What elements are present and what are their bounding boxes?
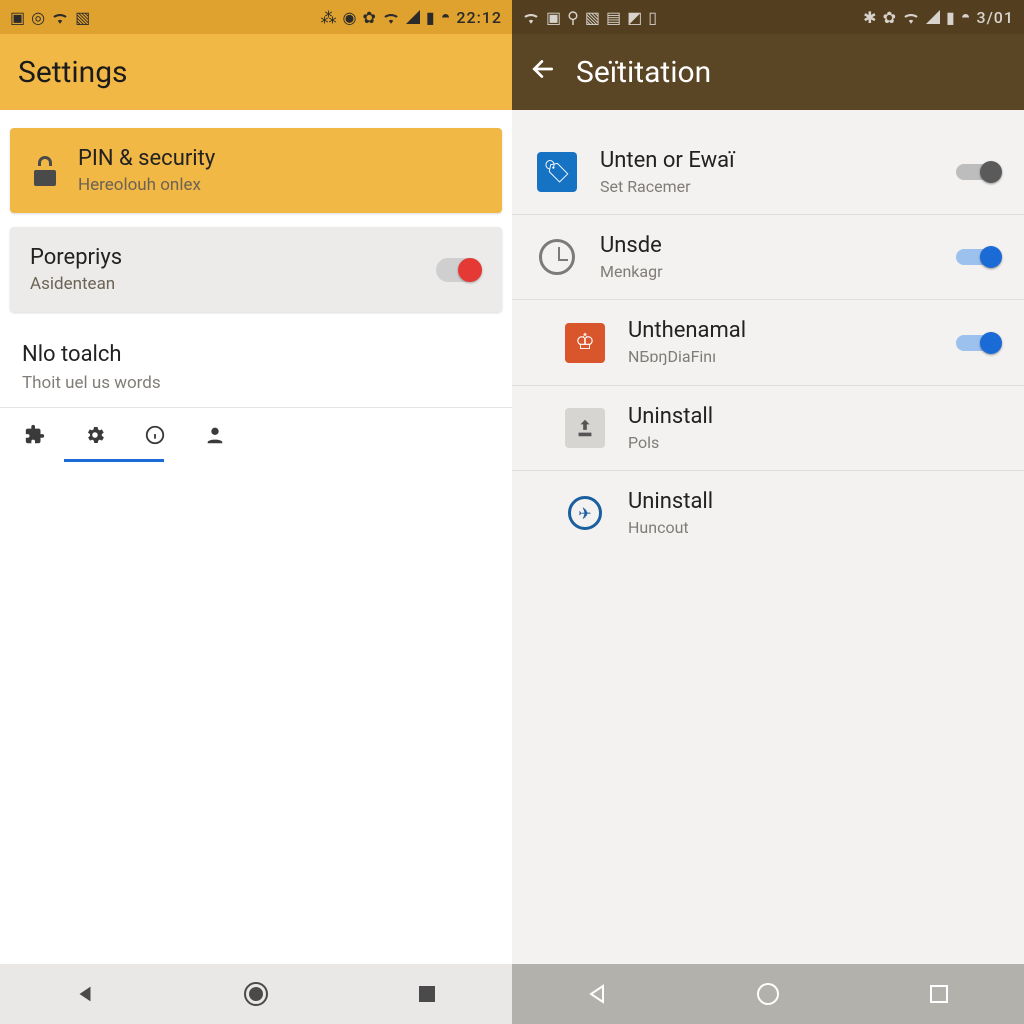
row-title: Unthenamal [628, 318, 934, 343]
wifi-icon [522, 10, 540, 24]
row-title: Unten or Ewaï [600, 148, 934, 173]
status-bar: ▣ ⚲ ▧ ▤ ◩ ▯ ✱ ✿ ▮ ◓ 3/01 [512, 0, 1024, 34]
tab-bar [0, 408, 512, 462]
row-title: Unsde [600, 233, 934, 258]
wifi-icon [382, 10, 400, 24]
row-subtitle: Pols [628, 433, 1000, 452]
user-icon: ◓ [441, 7, 451, 27]
app-bar: Settings [0, 34, 512, 110]
gear-icon: ✿ [363, 8, 376, 27]
tab-settings[interactable] [82, 422, 108, 448]
row-uninstall-pols[interactable]: Uninstall Pols [512, 386, 1024, 471]
nav-home[interactable] [236, 974, 276, 1014]
row-subtitle: NБɒŋDiaFinı [628, 347, 934, 367]
tag-icon: 🏷 [536, 151, 578, 193]
row-subtitle: Menkagr [600, 262, 934, 281]
wifi-icon [51, 10, 69, 24]
row-subtitle: Asidentean [30, 274, 122, 294]
content-area: 🏷 Unten or Ewaï Set Racemer Unsde Menkag… [512, 110, 1024, 964]
toggle-unthenamal[interactable] [956, 335, 1000, 351]
tab-profile[interactable] [202, 422, 228, 448]
row-unten-or-ewai[interactable]: 🏷 Unten or Ewaï Set Racemer [512, 130, 1024, 215]
toggle-unten[interactable] [956, 164, 1000, 180]
status-bar: ▣ ◎ ▧ ⁂ ◉ ✿ ▮ ◓ 22:12 [0, 0, 512, 34]
bluetooth-icon: ⁂ [321, 8, 337, 27]
nav-recent[interactable] [407, 974, 447, 1014]
row-subtitle: Set Racemer [600, 177, 934, 196]
gear-icon: ✿ [883, 8, 896, 27]
app-icon: ▣ [10, 8, 25, 27]
misc-icon: ▯ [648, 8, 657, 27]
nav-home[interactable] [748, 974, 788, 1014]
toggle-unsde[interactable] [956, 249, 1000, 265]
image-icon: ▧ [75, 8, 90, 27]
row-title: Uninstall [628, 404, 1000, 429]
bluetooth-icon: ✱ [863, 8, 876, 27]
chess-icon: ♔ [564, 322, 606, 364]
row-unsde[interactable]: Unsde Menkagr [512, 215, 1024, 300]
upload-icon [564, 407, 606, 449]
row-title: Uninstall [628, 489, 1000, 514]
row-pin-security[interactable]: PIN & security Hereolouh onlex [10, 128, 502, 213]
app-bar: Seïtitation [512, 34, 1024, 110]
nav-back[interactable] [577, 974, 617, 1014]
image-icon: ▧ [585, 8, 600, 27]
cloud-icon: ◎ [31, 8, 45, 27]
signal-icon [406, 10, 420, 24]
row-title: PIN & security [78, 146, 215, 171]
left-screen: ▣ ◎ ▧ ⁂ ◉ ✿ ▮ ◓ 22:12 [0, 0, 512, 1024]
globe-icon: ✈ [564, 492, 606, 534]
nav-bar [0, 964, 512, 1024]
tab-info[interactable] [142, 422, 168, 448]
content-area: PIN & security Hereolouh onlex Porepriys… [0, 110, 512, 964]
status-time: 22:12 [456, 8, 502, 27]
nav-back[interactable] [65, 974, 105, 1014]
row-title: Porepriys [30, 245, 122, 270]
battery-icon: ▮ [946, 8, 955, 27]
tab-puzzle[interactable] [22, 422, 48, 448]
status-left-icons: ▣ ◎ ▧ [10, 8, 90, 27]
right-screen: ▣ ⚲ ▧ ▤ ◩ ▯ ✱ ✿ ▮ ◓ 3/01 [512, 0, 1024, 1024]
row-subtitle: Hereolouh onlex [78, 175, 215, 195]
nav-bar [512, 964, 1024, 1024]
user-icon: ◓ [961, 7, 971, 27]
pin-icon: ⚲ [567, 8, 579, 27]
nav-recent[interactable] [919, 974, 959, 1014]
calendar-icon: ▣ [546, 8, 561, 27]
status-time: 3/01 [976, 8, 1014, 27]
doc-icon: ▤ [606, 8, 621, 27]
row-subtitle: Huncout [628, 518, 1000, 537]
signal-icon [926, 10, 940, 24]
wifi-icon [902, 10, 920, 24]
page-title: Settings [18, 55, 128, 90]
battery-icon: ▮ [426, 8, 435, 27]
row-uninstall-huncout[interactable]: ✈ Uninstall Huncout [512, 471, 1024, 555]
status-right-icons: ✱ ✿ ▮ ◓ 3/01 [863, 7, 1014, 27]
toggle-porepriys[interactable] [436, 258, 482, 282]
mute-icon: ◩ [627, 8, 642, 27]
row-subtitle: Thoit uel us words [22, 373, 490, 393]
back-arrow-icon[interactable] [530, 56, 556, 89]
status-left-icons: ▣ ⚲ ▧ ▤ ◩ ▯ [522, 8, 657, 27]
page-title: Seïtitation [576, 55, 711, 90]
sync-icon: ◉ [343, 8, 357, 27]
row-toalch[interactable]: Nlo toalch Thoit uel us words [0, 326, 512, 408]
row-title: Nlo toalch [22, 342, 490, 367]
row-porepriys[interactable]: Porepriys Asidentean [10, 227, 502, 312]
row-unthenamal[interactable]: ♔ Unthenamal NБɒŋDiaFinı [512, 300, 1024, 386]
clock-icon [536, 236, 578, 278]
lock-icon [30, 156, 60, 186]
status-right-icons: ⁂ ◉ ✿ ▮ ◓ 22:12 [321, 7, 502, 27]
